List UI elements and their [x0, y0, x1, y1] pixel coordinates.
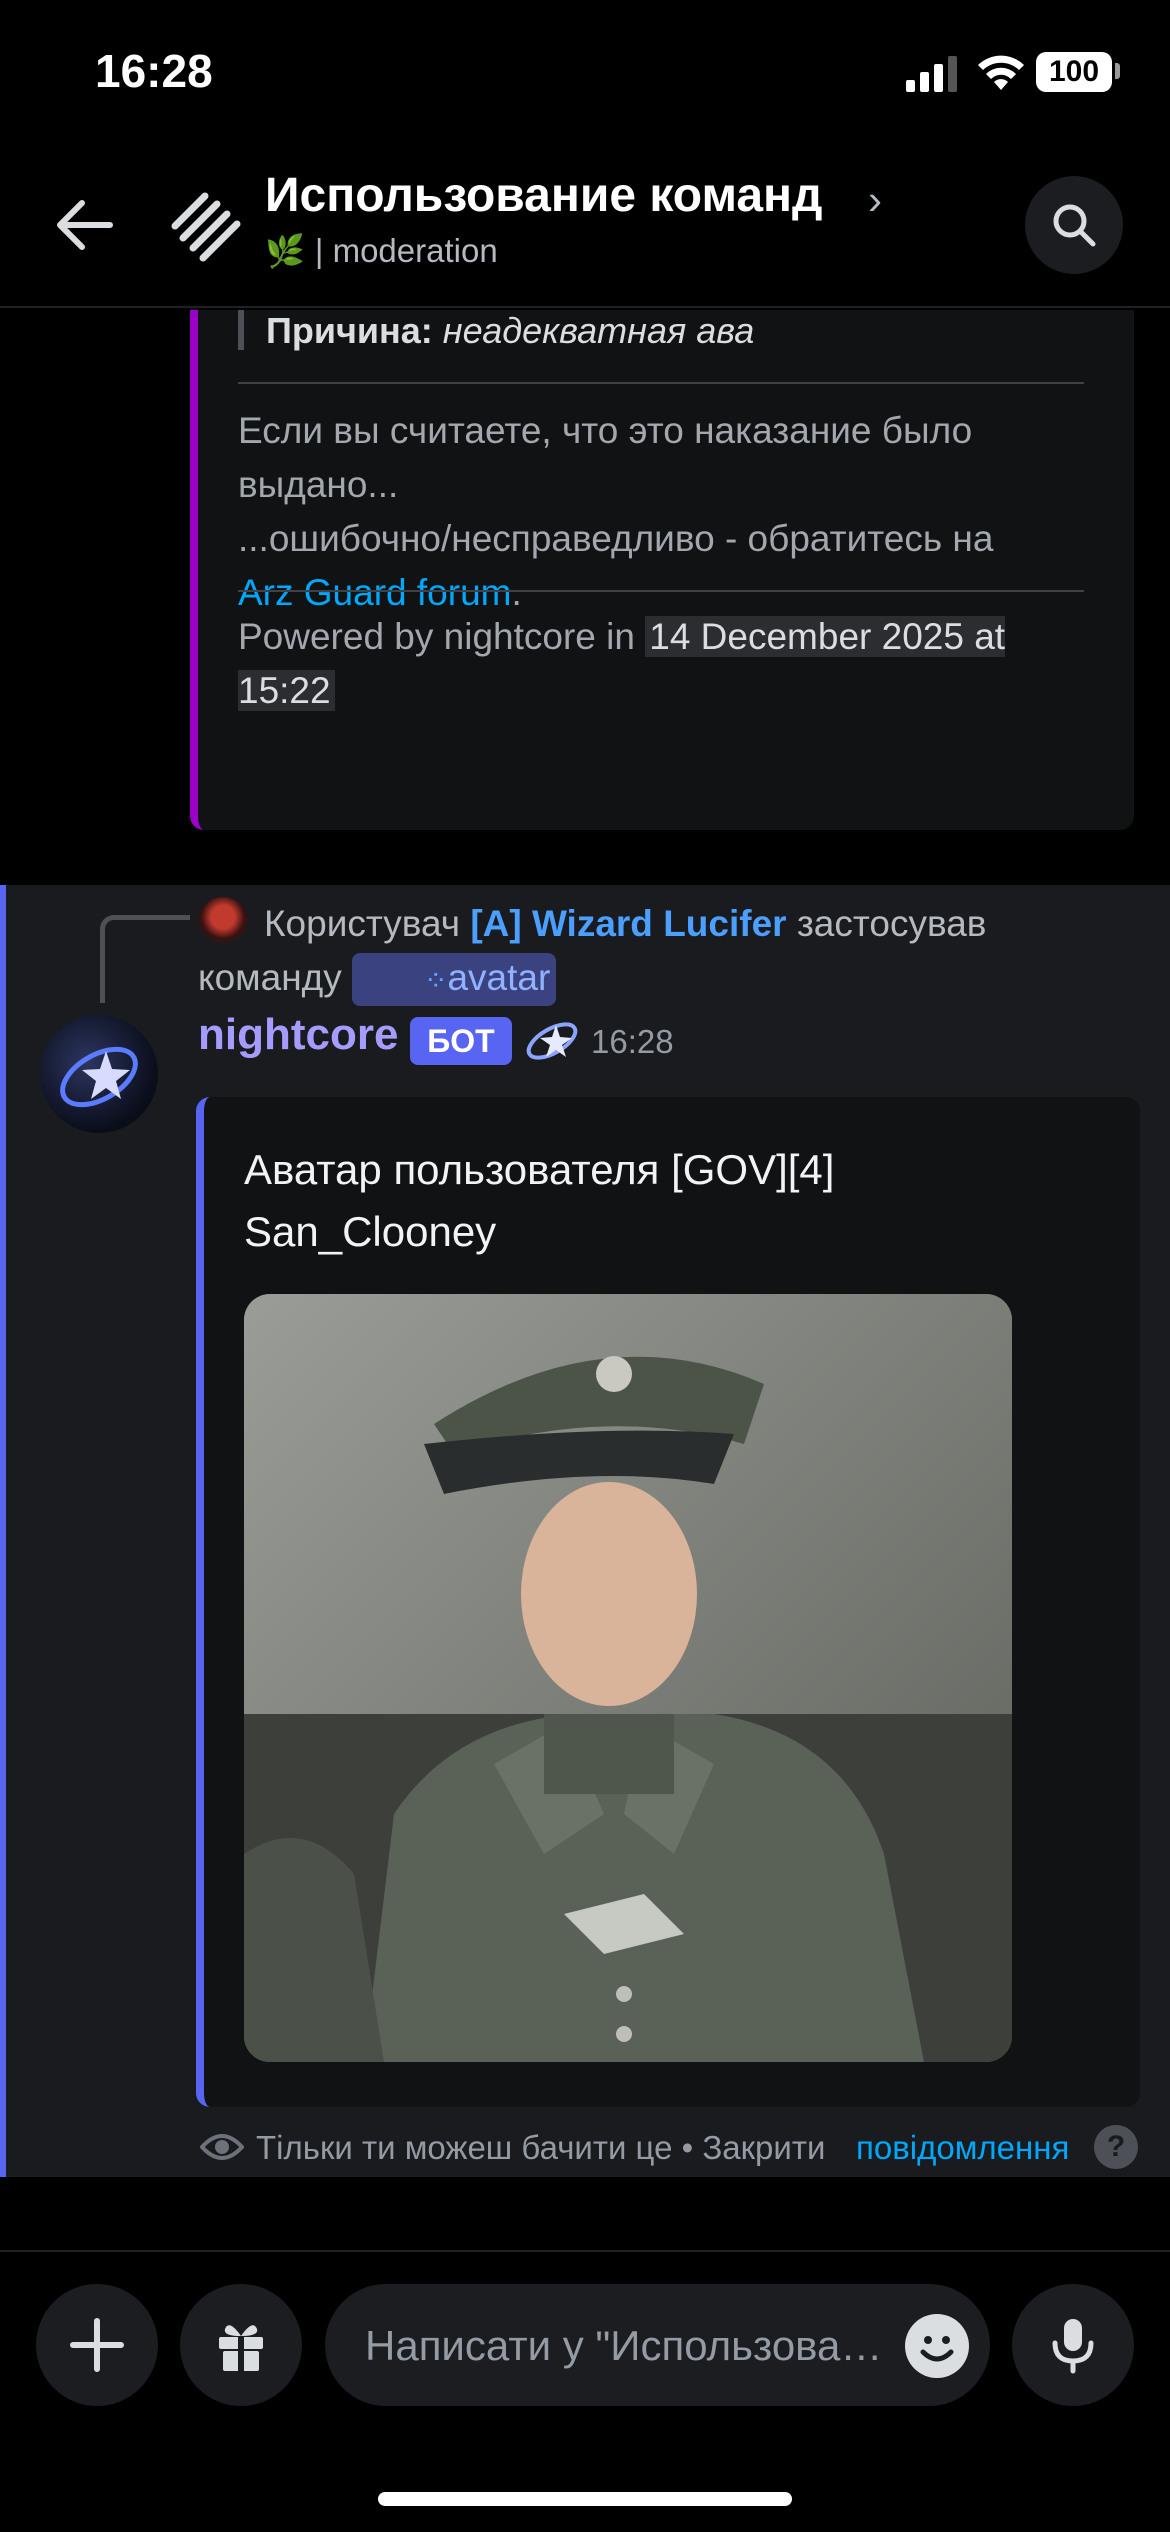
avatar-image[interactable] [244, 1294, 1012, 2062]
eye-icon [200, 2134, 244, 2160]
command-reference: Користувач [A] Wizard Lucifer застосував… [198, 897, 1098, 1006]
wifi-icon [978, 55, 1024, 90]
command-chip[interactable]: ⁘avatar [352, 953, 557, 1006]
quote-bar [238, 310, 244, 350]
attach-button[interactable] [36, 2284, 158, 2406]
reply-connector [100, 915, 190, 1003]
voice-button[interactable] [1012, 2284, 1134, 2406]
gift-button[interactable] [180, 2284, 302, 2406]
home-indicator [378, 2492, 792, 2506]
emoji-face [920, 2336, 954, 2362]
signal-icon [906, 56, 957, 92]
avatar[interactable] [40, 1015, 158, 1133]
status-bar: 16:28 100 [0, 0, 1170, 150]
command-user[interactable]: [A] Wizard Lucifer [470, 903, 786, 944]
reason-line: Причина: неадекватная ава [266, 310, 754, 352]
bot-badge: БОТ [410, 1017, 512, 1065]
channel-icon [171, 192, 241, 262]
gift-icon [219, 2325, 263, 2371]
avatar-embed: Аватар пользователя [GOV][4] San_Clooney [196, 1097, 1140, 2107]
appeal-end: . [511, 572, 522, 613]
message-input[interactable]: Написати у "Использование команд" [325, 2284, 990, 2406]
ephemeral-notice: Тільки ти можеш бачити це • Закрити пові… [200, 2123, 1140, 2173]
help-icon[interactable]: ? [1094, 2125, 1138, 2169]
appeal-line1: Если вы считаете, что это наказание было… [238, 410, 973, 505]
embed-title: Аватар пользователя [GOV][4] San_Clooney [244, 1146, 835, 1255]
emoji-icon[interactable] [905, 2314, 969, 2378]
arz-guard-link[interactable]: Arz Guard forum [238, 572, 511, 613]
message-input-placeholder: Написати у "Использование команд" [365, 2322, 885, 2369]
divider [238, 382, 1084, 384]
embed-footer: Powered by nightcore in 14 December 2025… [238, 610, 1098, 718]
channel-title[interactable]: Использование команд [265, 168, 823, 223]
divider [238, 590, 1084, 592]
reason-value: неадекватная ава [442, 310, 755, 351]
plus-icon [70, 2318, 124, 2372]
status-time: 16:28 [95, 45, 213, 97]
appeal-text: Если вы считаете, что это наказание было… [238, 404, 1118, 620]
appeal-line2: ...ошибочно/несправедливо - обратитесь н… [238, 518, 994, 559]
ephemeral-text: Тільки ти можеш бачити це • Закрити [256, 2129, 826, 2166]
chevron-right-icon[interactable]: › [868, 176, 882, 224]
bot-message[interactable]: Користувач [A] Wizard Lucifer застосував… [0, 885, 1170, 2177]
channel-subtitle: 🌿 | moderation [265, 232, 498, 270]
message-list[interactable]: Причина: неадекватная ава Если вы считае… [0, 310, 1170, 2250]
bot-avatar-art [60, 1046, 138, 1108]
command-prefix: Користувач [264, 903, 461, 944]
back-arrow-icon[interactable] [50, 190, 120, 260]
search-button[interactable] [1025, 176, 1123, 274]
microphone-icon [1052, 2319, 1094, 2374]
footer-prefix: Powered by nightcore in [238, 616, 635, 657]
search-icon [1053, 204, 1096, 247]
punishment-embed: Причина: неадекватная ава Если вы считае… [190, 310, 1134, 830]
leaf-icon: 🌿 [265, 233, 305, 269]
slash-command-icon: ⁘ [424, 965, 448, 996]
composer-bar: Написати у "Использование команд" [0, 2250, 1170, 2532]
battery-tip [1115, 63, 1120, 79]
dismiss-message-link[interactable]: повідомлення [856, 2129, 1069, 2167]
command-name: avatar [447, 957, 551, 998]
message-timestamp: 16:28 [591, 1023, 674, 1060]
channel-header: Использование команд › 🌿 | moderation [0, 150, 1170, 308]
role-icon [526, 1022, 578, 1060]
channel-subtitle-text: | moderation [314, 232, 498, 269]
reason-label: Причина: [266, 310, 433, 351]
avatar-photo [244, 1294, 1012, 2062]
battery-indicator: 100 [1036, 52, 1112, 92]
author-name[interactable]: nightcore [198, 1010, 398, 1060]
